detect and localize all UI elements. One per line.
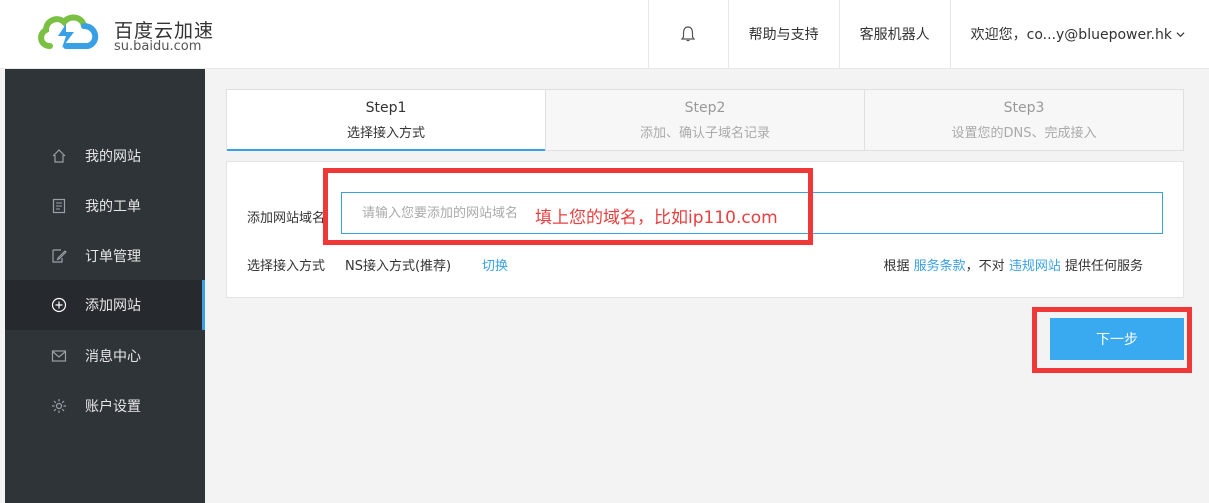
- notifications-button[interactable]: [647, 0, 728, 68]
- document-icon: [52, 198, 66, 214]
- access-method-label: 选择接入方式: [247, 259, 326, 274]
- step-1[interactable]: Step1 选择接入方式: [227, 90, 546, 151]
- sidebar: 我的网站 我的工单 订单管理 添加网站 消息中心 账户设置: [5, 69, 205, 503]
- step-description: 选择接入方式: [346, 126, 425, 141]
- step-description: 设置您的DNS、完成接入: [951, 126, 1097, 141]
- terms-of-service-link[interactable]: 服务条款: [914, 259, 966, 274]
- logo[interactable]: 百度云加速 su.baidu.com: [36, 12, 216, 58]
- sidebar-item-messages[interactable]: 消息中心: [5, 331, 205, 381]
- user-menu-label: 欢迎您，co...y@bluepower.hk: [970, 27, 1172, 43]
- plus-circle-icon: [51, 297, 67, 313]
- edit-icon: [52, 249, 67, 263]
- top-nav: 帮助与支持 客服机器人 欢迎您，co...y@bluepower.hk: [647, 0, 1209, 68]
- top-bar: 百度云加速 su.baidu.com 帮助与支持 客服机器人 欢迎您，co...…: [0, 0, 1209, 69]
- sidebar-item-label: 添加网站: [85, 298, 141, 314]
- active-step-underline: [227, 149, 545, 151]
- chevron-down-icon: [1176, 31, 1185, 37]
- gear-icon: [52, 399, 66, 413]
- step-title: Step1: [365, 100, 407, 116]
- step-title: Step2: [684, 100, 726, 116]
- sidebar-item-label: 订单管理: [85, 249, 141, 265]
- annotation-box-next: [1032, 307, 1192, 373]
- service-robot-link[interactable]: 客服机器人: [838, 0, 950, 68]
- sidebar-item-my-sites[interactable]: 我的网站: [5, 131, 205, 181]
- user-menu[interactable]: 欢迎您，co...y@bluepower.hk: [949, 0, 1209, 68]
- switch-method-link[interactable]: 切换: [482, 255, 508, 274]
- sidebar-item-my-tickets[interactable]: 我的工单: [5, 181, 205, 231]
- active-indicator: [202, 280, 205, 330]
- cloud-logo-icon: [38, 14, 99, 49]
- sidebar-item-label: 我的网站: [85, 149, 141, 165]
- terms-suffix: 提供任何服务: [1064, 259, 1143, 274]
- step-title: Step3: [1003, 100, 1045, 116]
- bell-icon: [680, 26, 696, 42]
- step-description: 添加、确认子域名记录: [639, 126, 770, 141]
- access-method-value: NS接入方式(推荐): [345, 259, 452, 274]
- step-3[interactable]: Step3 设置您的DNS、完成接入: [865, 90, 1183, 150]
- sidebar-item-add-site[interactable]: 添加网站: [5, 280, 205, 330]
- home-icon: [52, 149, 66, 163]
- mail-icon: [51, 350, 67, 362]
- sidebar-item-label: 消息中心: [85, 349, 141, 365]
- sidebar-item-label: 账户设置: [85, 399, 141, 415]
- brand-subtitle: su.baidu.com: [114, 39, 202, 54]
- terms-prefix: 根据: [883, 259, 910, 274]
- step-tabs: Step1 选择接入方式 Step2 添加、确认子域名记录 Step3 设置您的…: [226, 89, 1184, 151]
- terms-notice: 根据 服务条款，不对 违规网站 提供任何服务: [884, 255, 1144, 274]
- sidebar-item-label: 我的工单: [85, 199, 141, 215]
- domain-label: 添加网站域名: [247, 211, 326, 226]
- terms-middle: ，不对: [965, 259, 1005, 274]
- annotation-box-domain: [323, 168, 813, 245]
- prohibited-sites-link[interactable]: 违规网站: [1009, 259, 1061, 274]
- step-2[interactable]: Step2 添加、确认子域名记录: [546, 90, 865, 150]
- sidebar-item-account-settings[interactable]: 账户设置: [5, 381, 205, 431]
- sidebar-item-orders[interactable]: 订单管理: [5, 231, 205, 281]
- help-support-link[interactable]: 帮助与支持: [727, 0, 839, 68]
